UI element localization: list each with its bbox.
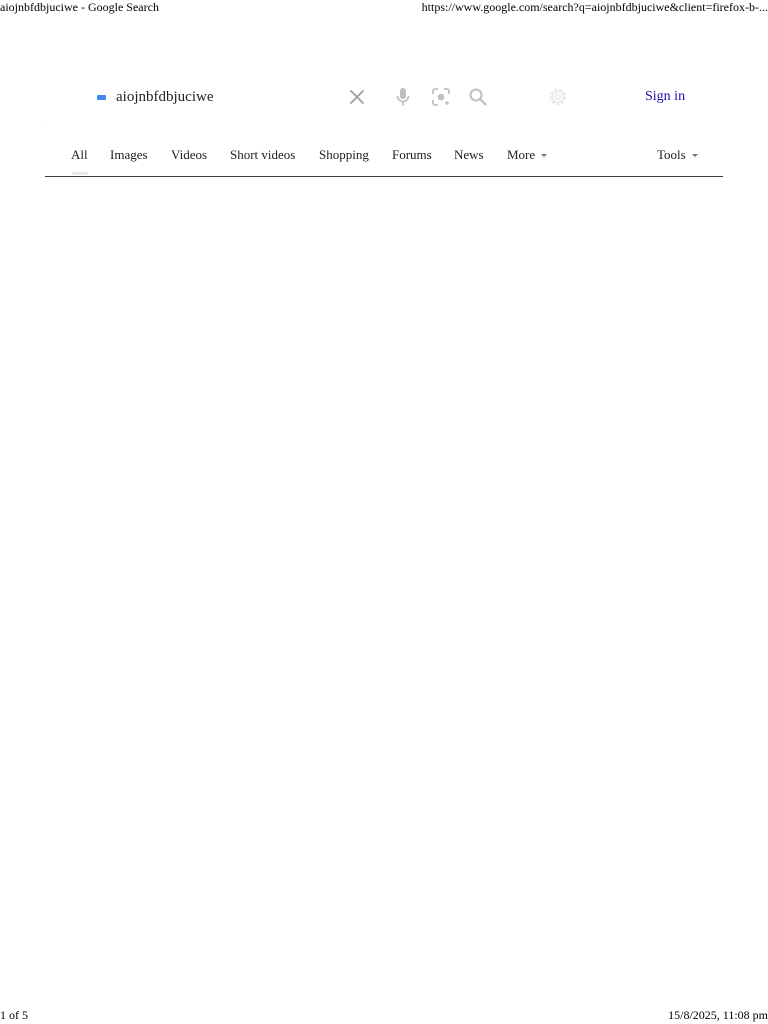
lens-search-button[interactable] — [429, 85, 453, 109]
gear-icon — [549, 88, 567, 106]
print-page-url: https://www.google.com/search?q=aiojnbfd… — [421, 0, 768, 14]
print-page-number: 1 of 5 — [0, 1008, 28, 1022]
search-bar: aiojnbfdbjuciwe Sign in — [0, 80, 768, 114]
tab-forums[interactable]: Forums — [392, 146, 432, 164]
chevron-down-icon — [691, 153, 698, 157]
chevron-down-icon — [541, 153, 548, 157]
tab-images[interactable]: Images — [110, 146, 148, 164]
tools-label: Tools — [657, 147, 686, 162]
close-icon — [350, 90, 364, 104]
search-icon — [469, 88, 487, 106]
tab-more-label: More — [507, 147, 536, 162]
camera-lens-icon — [432, 88, 450, 106]
print-datetime: 15/8/2025, 11:08 pm — [668, 1008, 768, 1022]
tab-all[interactable]: All — [71, 146, 88, 164]
tab-shopping[interactable]: Shopping — [319, 146, 369, 164]
print-page-title: aiojnbfdbjuciwe - Google Search — [0, 0, 159, 14]
search-tabs: All Images Videos Short videos Shopping … — [45, 142, 723, 177]
active-tab-indicator — [72, 172, 88, 175]
google-logo-icon[interactable] — [97, 95, 106, 100]
tab-videos[interactable]: Videos — [171, 146, 207, 164]
tab-news[interactable]: News — [454, 146, 484, 164]
divider-mark — [45, 124, 46, 125]
tab-more[interactable]: More — [507, 146, 548, 164]
voice-search-button[interactable] — [391, 85, 415, 109]
search-submit-button[interactable] — [466, 85, 490, 109]
clear-search-button[interactable] — [345, 85, 369, 109]
sign-in-link[interactable]: Sign in — [645, 87, 685, 107]
settings-button[interactable] — [546, 85, 570, 109]
tools-button[interactable]: Tools — [657, 146, 698, 164]
search-input[interactable]: aiojnbfdbjuciwe — [116, 87, 213, 107]
mic-icon — [396, 88, 410, 106]
tab-short-videos[interactable]: Short videos — [230, 146, 295, 164]
